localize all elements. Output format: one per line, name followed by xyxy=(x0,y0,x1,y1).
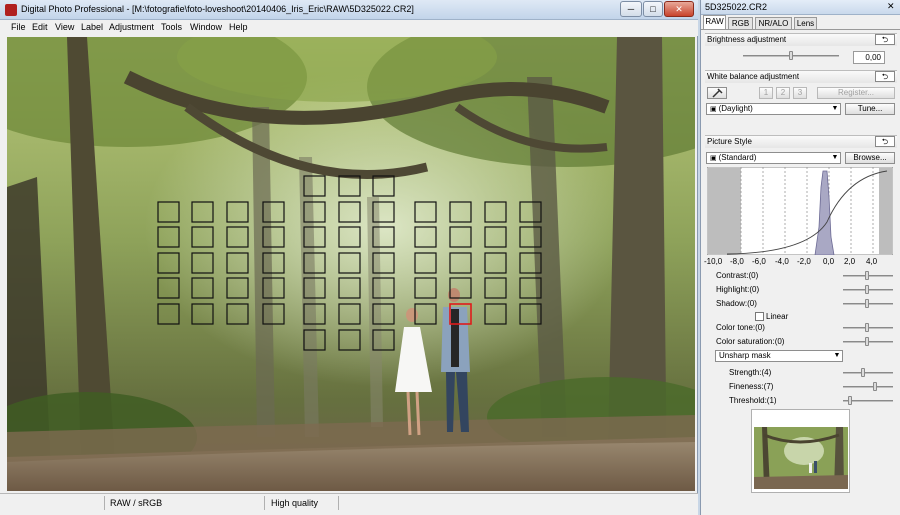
photo-preview[interactable] xyxy=(7,37,695,491)
eyedropper-icon xyxy=(712,88,723,98)
wb-register-3-button[interactable]: 3 xyxy=(793,87,807,99)
curve-axis-label: 0,0 xyxy=(823,257,835,266)
color-saturation-slider-thumb[interactable] xyxy=(865,337,869,346)
af-point-overlay xyxy=(157,175,542,351)
menu-view[interactable]: View xyxy=(55,22,74,32)
picture-style-browse-button[interactable]: Browse... xyxy=(845,152,895,164)
maximize-button[interactable]: □ xyxy=(643,1,663,17)
color-tone-slider-thumb[interactable] xyxy=(865,323,869,332)
menu-help[interactable]: Help xyxy=(229,22,248,32)
brightness-section-header: Brightness adjustment ⮌ xyxy=(705,33,897,46)
tool-palette-title: 5D325022.CR2 xyxy=(705,2,768,12)
camera-icon: ▣ xyxy=(710,106,719,113)
sharpening-mode-dropdown[interactable]: Unsharp mask ▼ xyxy=(715,350,843,362)
tab-nr-alo[interactable]: NR/ALO xyxy=(755,17,792,29)
camera-icon: ▣ xyxy=(710,155,719,162)
linear-checkbox[interactable] xyxy=(755,312,764,321)
picture-style-section-header: Picture Style ⮌ xyxy=(705,135,897,148)
color-saturation-label: Color saturation:(0) xyxy=(716,337,785,346)
menu-tools[interactable]: Tools xyxy=(161,22,182,32)
wb-tune-button[interactable]: Tune... xyxy=(845,103,895,115)
status-quality: High quality xyxy=(271,498,319,508)
strength-slider-thumb[interactable] xyxy=(861,368,865,377)
eyedropper-button[interactable] xyxy=(707,87,727,99)
picture-style-dropdown[interactable]: ▣ (Standard) ▼ xyxy=(706,152,841,164)
curve-axis-label: 2,0 xyxy=(844,257,856,266)
status-divider xyxy=(104,496,105,510)
tool-palette-close-icon[interactable]: ✕ xyxy=(887,1,895,12)
chevron-down-icon: ▼ xyxy=(831,154,839,161)
linear-label: Linear xyxy=(766,312,789,321)
fineness-label: Fineness:(7) xyxy=(729,382,774,391)
threshold-slider-thumb[interactable] xyxy=(848,396,852,405)
menu-bar: File Edit View Label Adjustment Tools Wi… xyxy=(0,20,698,36)
white-balance-reset-button[interactable]: ⮌ xyxy=(875,71,895,82)
color-tone-label: Color tone:(0) xyxy=(716,323,765,332)
menu-file[interactable]: File xyxy=(11,22,26,32)
shadow-label: Shadow:(0) xyxy=(716,299,757,308)
brightness-reset-button[interactable]: ⮌ xyxy=(875,34,895,45)
highlight-slider-thumb[interactable] xyxy=(865,285,869,294)
menu-label[interactable]: Label xyxy=(81,22,103,32)
picture-style-value: (Standard) xyxy=(718,153,757,162)
fineness-slider-track[interactable] xyxy=(843,386,893,388)
contrast-slider-thumb[interactable] xyxy=(865,271,869,280)
tab-rgb[interactable]: RGB xyxy=(728,17,753,29)
status-divider xyxy=(264,496,265,510)
wb-preset-dropdown[interactable]: ▣ (Daylight) ▼ xyxy=(706,103,841,115)
active-af-point xyxy=(449,303,472,325)
status-color-space: RAW / sRGB xyxy=(110,498,163,508)
main-window: Digital Photo Professional - [M:\fotogra… xyxy=(0,0,698,515)
highlight-label: Highlight:(0) xyxy=(716,285,760,294)
curve-axis-label: -8,0 xyxy=(730,257,744,266)
curve-axis-label: -10,0 xyxy=(704,257,723,266)
picture-style-title: Picture Style xyxy=(707,137,752,146)
menu-adjustment[interactable]: Adjustment xyxy=(109,22,154,32)
tool-palette: 5D325022.CR2 ✕ RAW RGB NR/ALO Lens Brigh… xyxy=(700,0,900,515)
shadow-slider-thumb[interactable] xyxy=(865,299,869,308)
close-button[interactable]: ✕ xyxy=(664,1,694,17)
threshold-label: Threshold:(1) xyxy=(729,396,777,405)
tab-raw[interactable]: RAW xyxy=(703,15,726,29)
menu-edit[interactable]: Edit xyxy=(32,22,48,32)
strength-label: Strength:(4) xyxy=(729,368,772,377)
chevron-down-icon: ▼ xyxy=(833,352,841,359)
tab-lens[interactable]: Lens xyxy=(794,17,817,29)
menu-window[interactable]: Window xyxy=(190,22,222,32)
white-balance-title: White balance adjustment xyxy=(707,72,800,81)
status-bar: RAW / sRGB High quality xyxy=(0,493,698,515)
wb-register-2-button[interactable]: 2 xyxy=(776,87,790,99)
navigator-panel[interactable] xyxy=(751,409,850,493)
wb-register-button[interactable]: Register... xyxy=(817,87,895,99)
status-divider xyxy=(338,496,339,510)
wb-preset-value: (Daylight) xyxy=(718,104,753,113)
tone-curve-histogram[interactable] xyxy=(707,167,893,255)
minimize-button[interactable]: ─ xyxy=(620,1,642,17)
curve-axis-label: -6,0 xyxy=(752,257,766,266)
brightness-slider-thumb[interactable] xyxy=(789,51,793,60)
strength-slider-track[interactable] xyxy=(843,372,893,374)
brightness-value-field[interactable]: 0,00 xyxy=(853,51,885,64)
brightness-title: Brightness adjustment xyxy=(707,35,787,44)
navigator-thumbnail xyxy=(754,427,848,489)
white-balance-section-header: White balance adjustment ⮌ xyxy=(705,70,897,83)
picture-style-reset-button[interactable]: ⮌ xyxy=(875,136,895,147)
curve-axis-label: -4,0 xyxy=(775,257,789,266)
curve-axis-label: -2,0 xyxy=(797,257,811,266)
app-icon xyxy=(5,4,17,16)
chevron-down-icon: ▼ xyxy=(831,105,839,112)
tool-palette-title-bar[interactable]: 5D325022.CR2 ✕ xyxy=(701,0,900,15)
curve-axis-label: 4,0 xyxy=(866,257,878,266)
window-title: Digital Photo Professional - [M:\fotogra… xyxy=(21,4,414,14)
wb-register-1-button[interactable]: 1 xyxy=(759,87,773,99)
fineness-slider-thumb[interactable] xyxy=(873,382,877,391)
main-title-bar[interactable]: Digital Photo Professional - [M:\fotogra… xyxy=(0,0,698,20)
tab-divider xyxy=(701,29,900,30)
contrast-label: Contrast:(0) xyxy=(716,271,759,280)
sharpening-mode-value: Unsharp mask xyxy=(719,351,771,360)
